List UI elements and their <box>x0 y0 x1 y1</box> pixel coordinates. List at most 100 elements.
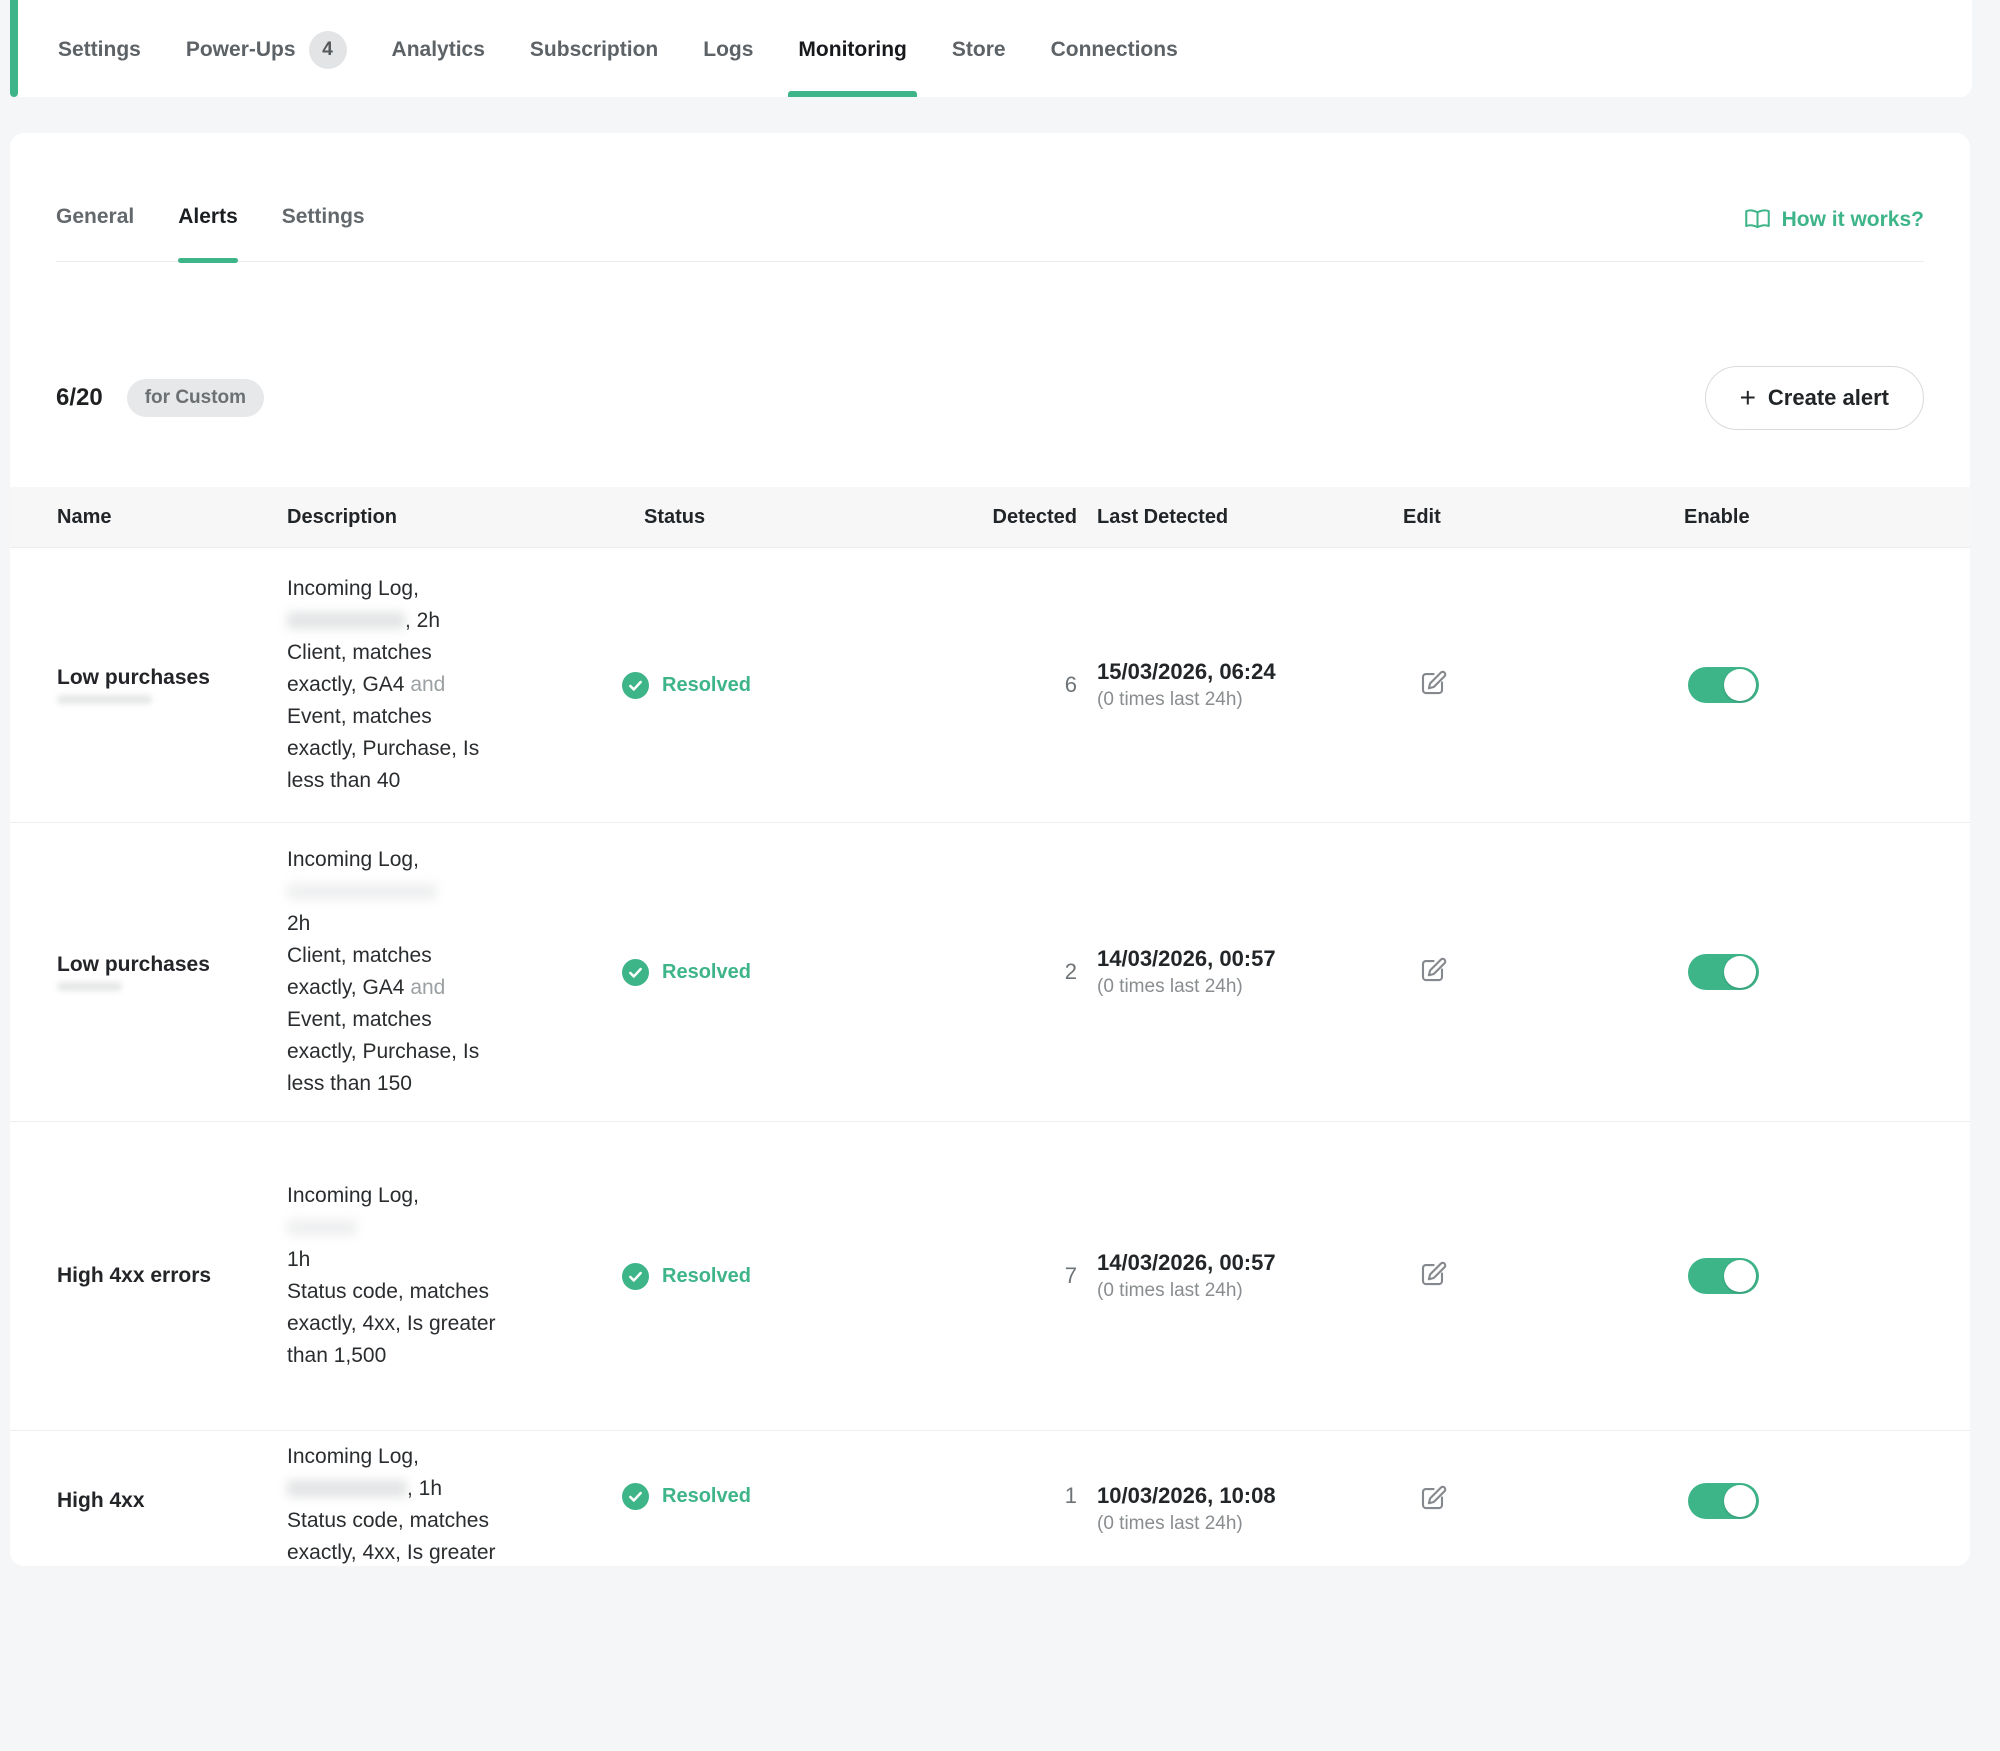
column-header-name: Name <box>57 506 287 529</box>
alerts-toolbar: 6/20 for Custom + Create alert <box>10 366 1970 430</box>
redacted-text <box>287 1219 357 1236</box>
description-line <box>287 1212 615 1244</box>
description-text: exactly, Purchase, Is <box>287 1040 479 1063</box>
description-text: exactly, GA4 <box>287 976 410 999</box>
description-line: exactly, Purchase, Is <box>287 733 615 765</box>
last-detected-datetime: 14/03/2026, 00:57 <box>1097 946 1403 972</box>
last-detected-cell: 10/03/2026, 10:08(0 times last 24h) <box>1097 1441 1403 1535</box>
alert-name: High 4xx errors <box>57 1264 211 1288</box>
edit-alert-button[interactable] <box>1418 955 1448 985</box>
create-alert-button[interactable]: + Create alert <box>1705 366 1924 430</box>
check-circle-icon <box>622 1263 649 1290</box>
alerts-table: NameDescriptionStatusDetectedLast Detect… <box>10 487 1970 1751</box>
top-nav-item-label: Monitoring <box>798 38 906 62</box>
check-circle-icon <box>622 672 649 699</box>
description-text: Event, matches <box>287 1008 432 1031</box>
description-text: Incoming Log, <box>287 577 419 600</box>
top-nav-item-analytics[interactable]: Analytics <box>392 2 485 97</box>
alert-name: Low purchases <box>57 953 210 977</box>
last-detected-frequency: (0 times last 24h) <box>1097 1280 1403 1302</box>
top-navbar: Settings Power-Ups4 Analytics Subscription L… <box>10 0 1972 97</box>
edit-cell <box>1403 1259 1684 1294</box>
description-line: Status code, matches <box>287 1276 615 1308</box>
alert-status: Resolved <box>615 959 947 986</box>
alert-usage: 6/20 for Custom <box>56 379 264 417</box>
description-line: Incoming Log, <box>287 573 615 605</box>
subtab-general[interactable]: General <box>56 205 134 261</box>
alert-usage-plan-badge: for Custom <box>127 379 264 417</box>
alert-description: Incoming Log,, 1hStatus code, matchesexa… <box>287 1441 615 1569</box>
description-text: 2h <box>287 912 310 935</box>
description-line: Client, matches <box>287 637 615 669</box>
description-line: exactly, 4xx, Is greater <box>287 1537 615 1569</box>
top-nav-item-power-ups[interactable]: Power-Ups4 <box>186 2 347 97</box>
enable-toggle[interactable] <box>1688 954 1759 990</box>
description-text: Status code, matches <box>287 1509 489 1532</box>
status-label: Resolved <box>662 674 751 697</box>
top-nav-item-label: Settings <box>58 38 141 62</box>
description-line: Status code, matches <box>287 1505 615 1537</box>
description-text: than 1,500 <box>287 1344 386 1367</box>
top-nav-item-subscription[interactable]: Subscription <box>530 2 658 97</box>
edit-alert-button[interactable] <box>1418 1483 1448 1513</box>
last-detected-frequency: (0 times last 24h) <box>1097 1513 1403 1535</box>
enable-toggle[interactable] <box>1688 667 1759 703</box>
subtab-settings[interactable]: Settings <box>282 205 365 261</box>
last-detected-datetime: 14/03/2026, 00:57 <box>1097 1250 1403 1276</box>
edit-pencil-icon <box>1418 955 1448 985</box>
alert-description: Incoming Log,, 2hClient, matchesexactly,… <box>287 573 615 797</box>
edit-alert-button[interactable] <box>1418 668 1448 698</box>
alert-name-cell: High 4xx errors <box>57 1264 287 1288</box>
top-nav: Settings Power-Ups4 Analytics Subscription L… <box>10 0 1972 97</box>
description-line: exactly, 4xx, Is greater <box>287 1308 615 1340</box>
enable-toggle[interactable] <box>1688 1483 1759 1519</box>
redacted-name-subtitle <box>57 982 122 991</box>
description-line: Client, matches <box>287 940 615 972</box>
alert-name-cell: High 4xx <box>57 1441 287 1513</box>
top-nav-item-settings[interactable]: Settings <box>58 2 141 97</box>
open-book-icon <box>1744 206 1771 233</box>
description-line: Event, matches <box>287 1004 615 1036</box>
top-nav-item-label: Subscription <box>530 38 658 62</box>
alert-description: Incoming Log,1hStatus code, matchesexact… <box>287 1180 615 1372</box>
alert-status: Resolved <box>615 1263 947 1290</box>
description-line: exactly, GA4 and <box>287 669 615 701</box>
edit-alert-button[interactable] <box>1418 1259 1448 1289</box>
toggle-knob <box>1724 1260 1756 1292</box>
top-nav-item-label: Logs <box>703 38 753 62</box>
edit-cell <box>1403 955 1684 990</box>
check-circle-icon <box>622 1483 649 1510</box>
top-nav-item-logs[interactable]: Logs <box>703 2 753 97</box>
description-line: 1h <box>287 1244 615 1276</box>
column-header-last-detected: Last Detected <box>1097 506 1403 529</box>
top-nav-item-label: Analytics <box>392 38 485 62</box>
description-text: 1h <box>287 1248 310 1271</box>
redacted-text <box>287 612 405 629</box>
subtab-alerts[interactable]: Alerts <box>178 205 238 261</box>
redacted-text <box>287 883 437 900</box>
monitoring-subtabs: General Alerts Settings <box>56 205 365 261</box>
description-text: Event, matches <box>287 705 432 728</box>
alert-row-high-4xx-errors: High 4xx errorsIncoming Log,1hStatus cod… <box>10 1122 1970 1431</box>
status-label: Resolved <box>662 961 751 984</box>
check-circle-icon <box>622 959 649 986</box>
alerts-table-body: Low purchases Incoming Log,, 2hClient, ma… <box>10 548 1970 1751</box>
last-detected-datetime: 15/03/2026, 06:24 <box>1097 659 1403 685</box>
last-detected-cell: 14/03/2026, 00:57(0 times last 24h) <box>1097 946 1403 998</box>
detected-count: 2 <box>947 959 1097 985</box>
description-text: exactly, GA4 <box>287 673 410 696</box>
how-it-works-link[interactable]: How it works? <box>1744 206 1924 233</box>
description-line: Event, matches <box>287 701 615 733</box>
column-header-enable: Enable <box>1684 506 1970 529</box>
description-line: , 1h <box>287 1473 615 1505</box>
top-nav-item-label: Store <box>952 38 1006 62</box>
toggle-knob <box>1724 669 1756 701</box>
redacted-name-subtitle <box>57 695 152 704</box>
top-nav-item-connections[interactable]: Connections <box>1051 2 1178 97</box>
top-nav-item-store[interactable]: Store <box>952 2 1006 97</box>
description-conjunction: and <box>410 976 445 999</box>
enable-toggle[interactable] <box>1688 1258 1759 1294</box>
top-nav-item-monitoring[interactable]: Monitoring <box>798 2 906 97</box>
detected-count: 6 <box>947 672 1097 698</box>
status-label: Resolved <box>662 1485 751 1508</box>
